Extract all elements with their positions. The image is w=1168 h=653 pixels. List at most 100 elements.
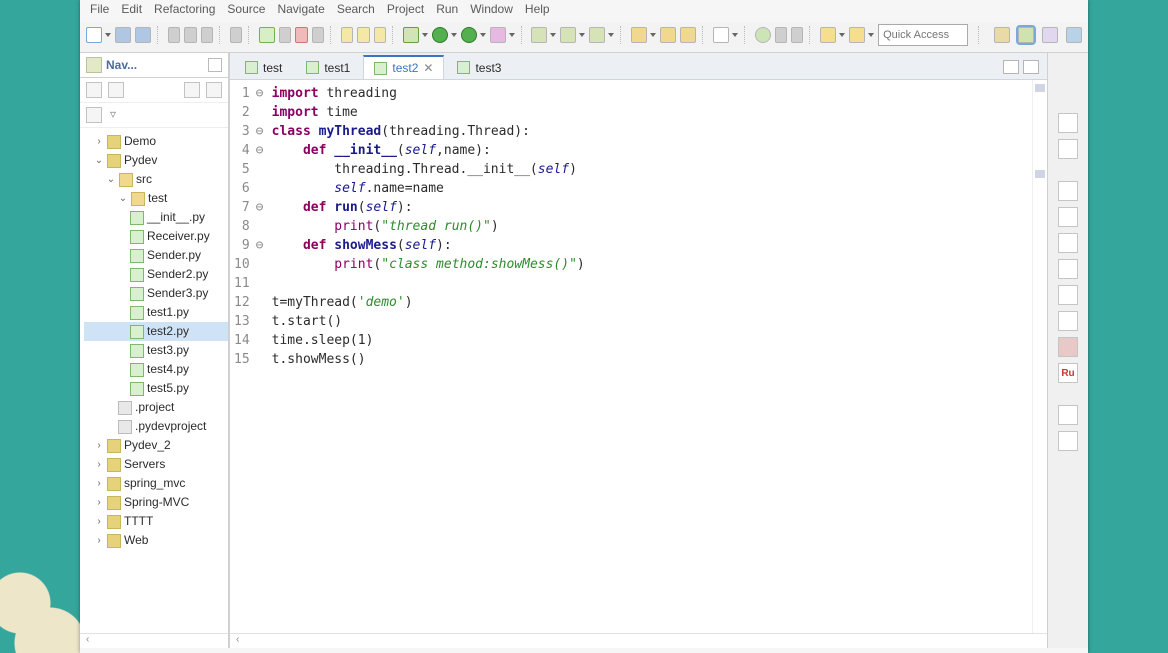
- editor-tab-test1[interactable]: test1: [295, 56, 361, 79]
- toolbar-ic-x1[interactable]: [775, 27, 787, 43]
- menu-file[interactable]: File: [90, 2, 109, 16]
- toolbar-coverage[interactable]: [490, 27, 515, 43]
- project-pydev2[interactable]: ›Pydev_2: [84, 436, 228, 455]
- rs-palette-icon[interactable]: [1058, 259, 1078, 279]
- rs-servers-icon[interactable]: [1058, 233, 1078, 253]
- menu-edit[interactable]: Edit: [121, 2, 142, 16]
- toolbar-newmod[interactable]: [660, 27, 676, 43]
- rs-rtext-icon[interactable]: Ru: [1058, 363, 1078, 383]
- rs-outline-icon[interactable]: [1058, 113, 1078, 133]
- folder-src[interactable]: ⌄src: [84, 170, 228, 189]
- file-project[interactable]: .project: [84, 398, 228, 417]
- file-init[interactable]: __init__.py: [84, 208, 228, 227]
- navigator-close-icon[interactable]: [208, 58, 222, 72]
- toolbar-browser[interactable]: [755, 27, 771, 43]
- project-web[interactable]: ›Web: [84, 531, 228, 550]
- overview-ruler[interactable]: [1032, 80, 1047, 633]
- toolbar-stepinto[interactable]: [341, 27, 353, 43]
- toolbar-debug[interactable]: [403, 27, 428, 43]
- toolbar-fwd[interactable]: [849, 27, 874, 43]
- quick-access-input[interactable]: [878, 24, 968, 46]
- file-receiver[interactable]: Receiver.py: [84, 227, 228, 246]
- project-demo[interactable]: ›Demo: [84, 132, 228, 151]
- editor-tab-test[interactable]: test: [234, 56, 293, 79]
- rs-problems-icon[interactable]: [1058, 207, 1078, 227]
- nav-menu-dropdown[interactable]: ▿: [108, 107, 118, 123]
- rs-bookmarks-icon[interactable]: [1058, 311, 1078, 331]
- toolbar-disconnect[interactable]: [312, 27, 324, 43]
- project-tttt[interactable]: ›TTTT: [84, 512, 228, 531]
- rs-console-icon[interactable]: [1058, 181, 1078, 201]
- file-test2[interactable]: test2.py: [84, 322, 228, 341]
- project-tree[interactable]: ›Demo ⌄Pydev ⌄src ⌄test __init__.py Rece…: [80, 128, 228, 633]
- menu-help[interactable]: Help: [525, 2, 550, 16]
- perspective-python[interactable]: [1066, 27, 1082, 43]
- rs-extra2-icon[interactable]: [1058, 431, 1078, 451]
- rs-pyunit-icon[interactable]: [1058, 337, 1078, 357]
- toolbar-stop[interactable]: [295, 27, 307, 43]
- toolbar-stepover[interactable]: [357, 27, 369, 43]
- folder-test[interactable]: ⌄test: [84, 189, 228, 208]
- navigator-tab[interactable]: Nav...: [80, 53, 228, 78]
- editor-tab-test3[interactable]: test3: [446, 56, 512, 79]
- perspective-pydev[interactable]: [1018, 27, 1034, 43]
- nav-back-icon[interactable]: [86, 82, 102, 98]
- file-test5[interactable]: test5.py: [84, 379, 228, 398]
- nav-filter-icon[interactable]: [86, 107, 102, 123]
- toolbar-resume[interactable]: [259, 27, 275, 43]
- toolbar-run[interactable]: [432, 27, 457, 43]
- toolbar-new[interactable]: [86, 27, 111, 43]
- toolbar-ic-a[interactable]: [168, 27, 180, 43]
- project-servers[interactable]: ›Servers: [84, 455, 228, 474]
- menu-source[interactable]: Source: [227, 2, 265, 16]
- toolbar-save[interactable]: [115, 27, 131, 43]
- file-test1[interactable]: test1.py: [84, 303, 228, 322]
- toolbar-server[interactable]: [531, 27, 556, 43]
- toolbar-ic-b[interactable]: [184, 27, 196, 43]
- file-test3[interactable]: test3.py: [84, 341, 228, 360]
- editor-maximize[interactable]: [1023, 60, 1039, 74]
- toolbar-search[interactable]: [713, 27, 738, 43]
- toolbar-stepreturn[interactable]: [374, 27, 386, 43]
- file-test4[interactable]: test4.py: [84, 360, 228, 379]
- source-editor[interactable]: 123456789101112131415 ⊖⊖⊖⊖⊖ import threa…: [230, 80, 1047, 633]
- toolbar-back[interactable]: [820, 27, 845, 43]
- toolbar-newpkg[interactable]: [631, 27, 656, 43]
- project-pydev[interactable]: ⌄Pydev: [84, 151, 228, 170]
- close-icon[interactable]: ✕: [423, 61, 433, 75]
- perspective-open[interactable]: [994, 27, 1010, 43]
- menu-run[interactable]: Run: [436, 2, 458, 16]
- editor-tab-test2[interactable]: test2✕: [363, 55, 444, 79]
- file-sender2[interactable]: Sender2.py: [84, 265, 228, 284]
- file-sender3[interactable]: Sender3.py: [84, 284, 228, 303]
- project-springmvc[interactable]: ›spring_mvc: [84, 474, 228, 493]
- nav-collapse-icon[interactable]: [184, 82, 200, 98]
- project-spring-mvc[interactable]: ›Spring-MVC: [84, 493, 228, 512]
- toolbar-ic-d[interactable]: [230, 27, 242, 43]
- toolbar-suspend[interactable]: [279, 27, 291, 43]
- menu-window[interactable]: Window: [470, 2, 513, 16]
- menu-refactoring[interactable]: Refactoring: [154, 2, 215, 16]
- toolbar-ic-x2[interactable]: [791, 27, 803, 43]
- toolbar-runlast[interactable]: [461, 27, 486, 43]
- menu-search[interactable]: Search: [337, 2, 375, 16]
- rs-tasks-icon[interactable]: [1058, 139, 1078, 159]
- toolbar-saveall[interactable]: [135, 27, 151, 43]
- navigator-hscroll[interactable]: ‹: [80, 633, 228, 648]
- editor-hscroll[interactable]: ‹: [230, 633, 1047, 648]
- perspective-java[interactable]: [1042, 27, 1058, 43]
- code-text[interactable]: import threadingimport timeclass myThrea…: [268, 80, 1032, 633]
- nav-link-icon[interactable]: [206, 82, 222, 98]
- menu-project[interactable]: Project: [387, 2, 424, 16]
- file-pydevproject[interactable]: .pydevproject: [84, 417, 228, 436]
- toolbar-serverdbg[interactable]: [560, 27, 585, 43]
- rs-search-icon[interactable]: [1058, 285, 1078, 305]
- menu-navigate[interactable]: Navigate: [277, 2, 324, 16]
- toolbar-serverprof[interactable]: [589, 27, 614, 43]
- nav-fwd-icon[interactable]: [108, 82, 124, 98]
- rs-extra1-icon[interactable]: [1058, 405, 1078, 425]
- toolbar-ic-c[interactable]: [201, 27, 213, 43]
- file-sender[interactable]: Sender.py: [84, 246, 228, 265]
- fold-gutter[interactable]: ⊖⊖⊖⊖⊖: [256, 80, 268, 633]
- editor-minimize[interactable]: [1003, 60, 1019, 74]
